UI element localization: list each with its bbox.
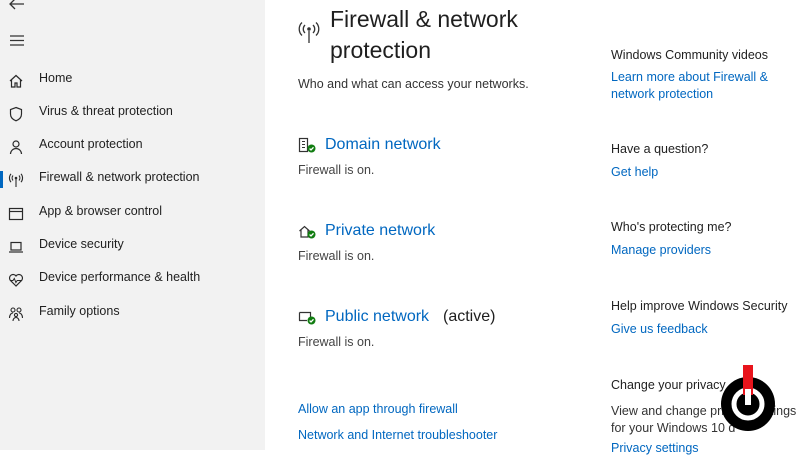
private-network-icon xyxy=(298,223,318,241)
troubleshooter-link[interactable]: Network and Internet troubleshooter xyxy=(298,428,497,442)
power-logo-icon xyxy=(716,365,780,435)
domain-network-status: Firewall is on. xyxy=(298,163,375,177)
sidebar-item-label: Account protection xyxy=(39,137,143,151)
sidebar-item-app-browser[interactable]: App & browser control xyxy=(0,198,265,228)
antenna-icon xyxy=(298,20,320,44)
sidebar-item-family[interactable]: Family options xyxy=(0,298,265,328)
public-network-active-label: (active) xyxy=(443,308,496,325)
domain-network-icon xyxy=(298,137,318,155)
private-network-link[interactable]: Private network xyxy=(325,222,435,240)
antenna-icon xyxy=(7,171,25,189)
private-network-status: Firewall is on. xyxy=(298,249,375,263)
allow-app-link[interactable]: Allow an app through firewall xyxy=(298,402,458,416)
sidebar-item-label: Home xyxy=(39,71,73,85)
sidebar-item-label: Firewall & network protection xyxy=(39,170,200,184)
learn-more-link[interactable]: Learn more about Firewall & network prot… xyxy=(611,69,800,103)
shield-icon xyxy=(7,105,25,123)
laptop-icon xyxy=(7,238,25,256)
improve-heading: Help improve Windows Security xyxy=(611,299,788,313)
heart-pulse-icon xyxy=(7,271,25,289)
manage-providers-link[interactable]: Manage providers xyxy=(611,242,800,259)
sidebar-item-device-performance[interactable]: Device performance & health xyxy=(0,264,265,294)
sidebar-item-home[interactable]: Home xyxy=(0,65,265,95)
browser-window-icon xyxy=(7,205,25,223)
privacy-settings-link[interactable]: Privacy settings xyxy=(611,440,800,457)
hamburger-menu-icon[interactable] xyxy=(8,31,26,49)
sidebar: Home Virus & threat protection Account p… xyxy=(0,0,265,450)
home-icon xyxy=(7,72,25,90)
community-videos-heading: Windows Community videos xyxy=(611,48,768,62)
give-feedback-link[interactable]: Give us feedback xyxy=(611,321,800,338)
sidebar-item-firewall[interactable]: Firewall & network protection xyxy=(0,164,265,194)
sidebar-item-device-security[interactable]: Device security xyxy=(0,231,265,261)
public-network-icon xyxy=(298,309,318,327)
question-heading: Have a question? xyxy=(611,142,709,156)
page-subtitle: Who and what can access your networks. xyxy=(298,77,529,91)
public-network-status: Firewall is on. xyxy=(298,335,375,349)
active-indicator xyxy=(0,171,3,188)
back-arrow-icon[interactable] xyxy=(8,0,26,13)
sidebar-item-label: App & browser control xyxy=(39,204,162,218)
sidebar-item-label: Device performance & health xyxy=(39,270,201,284)
sidebar-item-label: Family options xyxy=(39,304,120,318)
get-help-link[interactable]: Get help xyxy=(611,164,800,181)
protecting-heading: Who's protecting me? xyxy=(611,220,732,234)
domain-network-link[interactable]: Domain network xyxy=(325,136,441,154)
family-icon xyxy=(7,305,25,323)
public-network-link[interactable]: Public network xyxy=(325,308,429,326)
page-title: Firewall & network protection xyxy=(330,6,518,63)
privacy-heading: Change your privacy xyxy=(611,378,726,392)
sidebar-item-virus-threat[interactable]: Virus & threat protection xyxy=(0,98,265,128)
sidebar-item-label: Virus & threat protection xyxy=(39,104,173,118)
person-icon xyxy=(7,138,25,156)
sidebar-item-account[interactable]: Account protection xyxy=(0,131,265,161)
sidebar-item-label: Device security xyxy=(39,237,124,251)
